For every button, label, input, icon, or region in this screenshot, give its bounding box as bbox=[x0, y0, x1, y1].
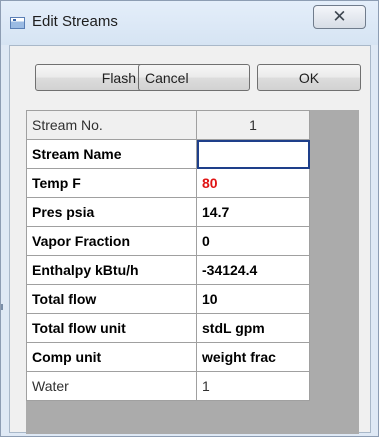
row-label-temp: Temp F bbox=[26, 168, 197, 198]
row-label-comp-unit: Comp unit bbox=[26, 342, 197, 372]
row-label-vapor-fraction: Vapor Fraction bbox=[26, 226, 197, 256]
dialog-body: Flash Cancel OK Stream No. 1 Stream Name… bbox=[9, 45, 371, 434]
table-row: Vapor Fraction 0 bbox=[26, 226, 310, 256]
table-row: Comp unit weight frac bbox=[26, 342, 310, 372]
table-row: Stream Name bbox=[26, 139, 310, 169]
row-label-pres: Pres psia bbox=[26, 197, 197, 227]
grid-header-row: Stream No. 1 bbox=[26, 110, 310, 140]
row-label-total-flow: Total flow bbox=[26, 284, 197, 314]
water-cell[interactable]: 1 bbox=[196, 371, 310, 401]
window-title: Edit Streams bbox=[32, 13, 118, 30]
comp-unit-cell[interactable]: weight frac bbox=[196, 342, 310, 372]
ok-button[interactable]: OK bbox=[257, 64, 361, 91]
stream-number-header[interactable]: 1 bbox=[196, 110, 310, 140]
close-button[interactable]: ✕ bbox=[313, 5, 366, 29]
stream-table: Stream No. 1 Stream Name Temp F 80 Pres … bbox=[26, 110, 310, 401]
table-row: Total flow unit stdL gpm bbox=[26, 313, 310, 343]
table-row: Total flow 10 bbox=[26, 284, 310, 314]
table-row: Water 1 bbox=[26, 371, 310, 401]
total-flow-cell[interactable]: 10 bbox=[196, 284, 310, 314]
table-row: Pres psia 14.7 bbox=[26, 197, 310, 227]
window-icon bbox=[10, 17, 25, 29]
row-label-enthalpy: Enthalpy kBtu/h bbox=[26, 255, 197, 285]
window-edge-mark bbox=[1, 304, 3, 310]
flash-button[interactable]: Flash bbox=[35, 64, 143, 91]
row-label-stream-name: Stream Name bbox=[26, 139, 197, 169]
row-label-water: Water bbox=[26, 371, 197, 401]
pres-cell[interactable]: 14.7 bbox=[196, 197, 310, 227]
total-flow-unit-cell[interactable]: stdL gpm bbox=[196, 313, 310, 343]
table-row: Enthalpy kBtu/h -34124.4 bbox=[26, 255, 310, 285]
stream-name-cell[interactable] bbox=[196, 139, 310, 169]
close-icon: ✕ bbox=[332, 7, 347, 27]
row-label-total-flow-unit: Total flow unit bbox=[26, 313, 197, 343]
edit-streams-window: Edit Streams ✕ Flash Cancel OK Stream No… bbox=[0, 0, 379, 437]
vapor-fraction-cell[interactable]: 0 bbox=[196, 226, 310, 256]
table-row: Temp F 80 bbox=[26, 168, 310, 198]
title-bar[interactable]: Edit Streams ✕ bbox=[1, 1, 378, 45]
stream-grid: Stream No. 1 Stream Name Temp F 80 Pres … bbox=[26, 110, 359, 434]
header-label: Stream No. bbox=[26, 110, 197, 140]
cancel-button[interactable]: Cancel bbox=[138, 64, 250, 91]
enthalpy-cell[interactable]: -34124.4 bbox=[196, 255, 310, 285]
temp-cell[interactable]: 80 bbox=[196, 168, 310, 198]
